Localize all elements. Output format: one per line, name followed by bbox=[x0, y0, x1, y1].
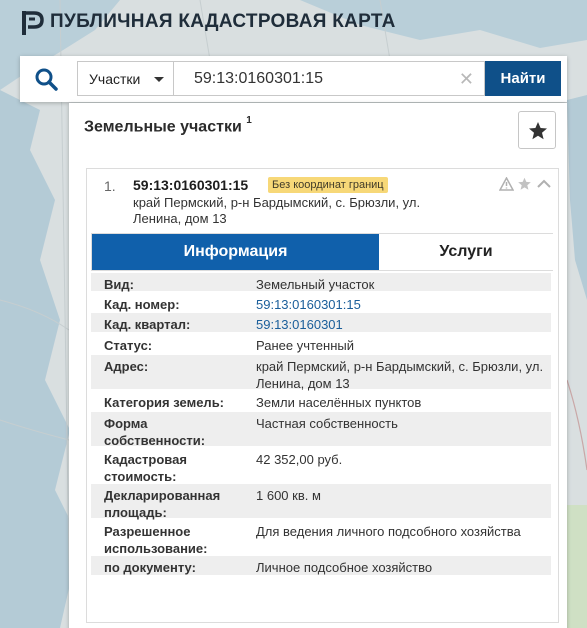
card-actions bbox=[498, 176, 557, 191]
info-label: Кад. номер: bbox=[104, 297, 180, 312]
app-title: ПУБЛИЧНАЯ КАДАСТРОВАЯ КАРТА bbox=[50, 11, 396, 32]
info-row: Категория земель: Земли населённых пункто… bbox=[91, 391, 551, 412]
search-input[interactable] bbox=[174, 62, 454, 95]
info-row: Кадастровая стоимость: 42 352,00 руб. bbox=[91, 448, 551, 484]
search-button[interactable]: Найти bbox=[485, 61, 561, 96]
info-table: Вид: Земельный участок Кад. номер: 59:13:01… bbox=[91, 273, 551, 577]
info-label: по документу: bbox=[104, 560, 196, 575]
info-label: Кад. квартал: bbox=[104, 317, 191, 332]
tab-services[interactable]: Услуги bbox=[379, 234, 553, 270]
result-card: 1. 59:13:0160301:15 Без координат границ… bbox=[86, 168, 559, 623]
results-title: Земельные участки 1 bbox=[84, 115, 252, 136]
status-badge: Без координат границ bbox=[268, 177, 388, 193]
info-label: Декларированная площадь: bbox=[104, 488, 221, 520]
search-type-label: Участки bbox=[89, 71, 141, 87]
info-value: Частная собственность bbox=[256, 416, 398, 431]
info-row: Кад. номер: 59:13:0160301:15 bbox=[91, 293, 551, 313]
info-row: по документу: Личное подсобное хозяйство bbox=[91, 556, 551, 577]
info-label: Адрес: bbox=[104, 359, 149, 374]
info-label: Категория земель: bbox=[104, 395, 225, 410]
info-value: Земли населённых пунктов bbox=[256, 395, 422, 410]
star-icon bbox=[529, 122, 547, 140]
info-value: 1 600 кв. м bbox=[256, 488, 321, 503]
search-bar: Участки ✕ Найти bbox=[20, 56, 567, 102]
info-label: Кадастровая стоимость: bbox=[104, 452, 187, 484]
results-count: 1 bbox=[246, 115, 252, 126]
clear-icon[interactable]: ✕ bbox=[459, 70, 474, 88]
result-index: 1. bbox=[104, 178, 116, 194]
info-label: Статус: bbox=[104, 338, 153, 353]
info-row: Статус: Ранее учтенный bbox=[91, 334, 551, 355]
info-value: Земельный участок bbox=[256, 277, 375, 292]
search-type-select[interactable]: Участки bbox=[77, 61, 173, 96]
cadastre-logo-icon[interactable] bbox=[20, 9, 46, 37]
results-panel: Земельные участки 1 1. 59:13:0160301:15 … bbox=[69, 103, 567, 628]
favorite-button[interactable] bbox=[518, 111, 556, 149]
chevron-down-icon bbox=[154, 77, 164, 82]
info-value-link[interactable]: 59:13:0160301 bbox=[256, 316, 546, 333]
info-row: Адрес: край Пермский, р-н Бардымский, с. … bbox=[91, 355, 551, 391]
info-value: Личное подсобное хозяйство bbox=[256, 560, 433, 575]
info-value: Ранее учтенный bbox=[256, 338, 354, 353]
app-header: ПУБЛИЧНАЯ КАДАСТРОВАЯ КАРТА bbox=[0, 0, 587, 44]
info-row: Форма собственности: Частная собственност… bbox=[91, 412, 551, 448]
warning-icon[interactable] bbox=[498, 176, 515, 196]
search-input-wrapper: ✕ bbox=[173, 61, 485, 96]
search-icon[interactable] bbox=[34, 67, 58, 91]
info-value-link[interactable]: 59:13:0160301:15 bbox=[256, 296, 546, 313]
results-title-text: Земельные участки bbox=[84, 118, 242, 136]
info-label: Форма собственности: bbox=[104, 416, 206, 448]
info-label: Вид: bbox=[104, 277, 134, 292]
info-row: Вид: Земельный участок bbox=[91, 273, 551, 293]
info-value: край Пермский, р-н Бардымский, с. Брюзли… bbox=[256, 359, 544, 391]
result-address: край Пермский, р-н Бардымский, с. Брюзли… bbox=[133, 195, 421, 226]
info-label: Разрешенное использование: bbox=[104, 524, 208, 556]
info-row: Разрешенное использование: Для ведения ли… bbox=[91, 520, 551, 556]
star-icon[interactable] bbox=[517, 177, 532, 196]
info-row: Кад. квартал: 59:13:0160301 bbox=[91, 313, 551, 334]
info-value: Для ведения личного подсобного хозяйства bbox=[256, 524, 521, 539]
tab-info[interactable]: Информация bbox=[92, 234, 379, 270]
info-row: Декларированная площадь: 1 600 кв. м bbox=[91, 484, 551, 520]
info-value: 42 352,00 руб. bbox=[256, 452, 343, 467]
result-cadastral-number[interactable]: 59:13:0160301:15 bbox=[133, 177, 248, 193]
tabs: Информация Услуги bbox=[91, 233, 553, 271]
chevron-up-icon[interactable] bbox=[536, 177, 552, 196]
